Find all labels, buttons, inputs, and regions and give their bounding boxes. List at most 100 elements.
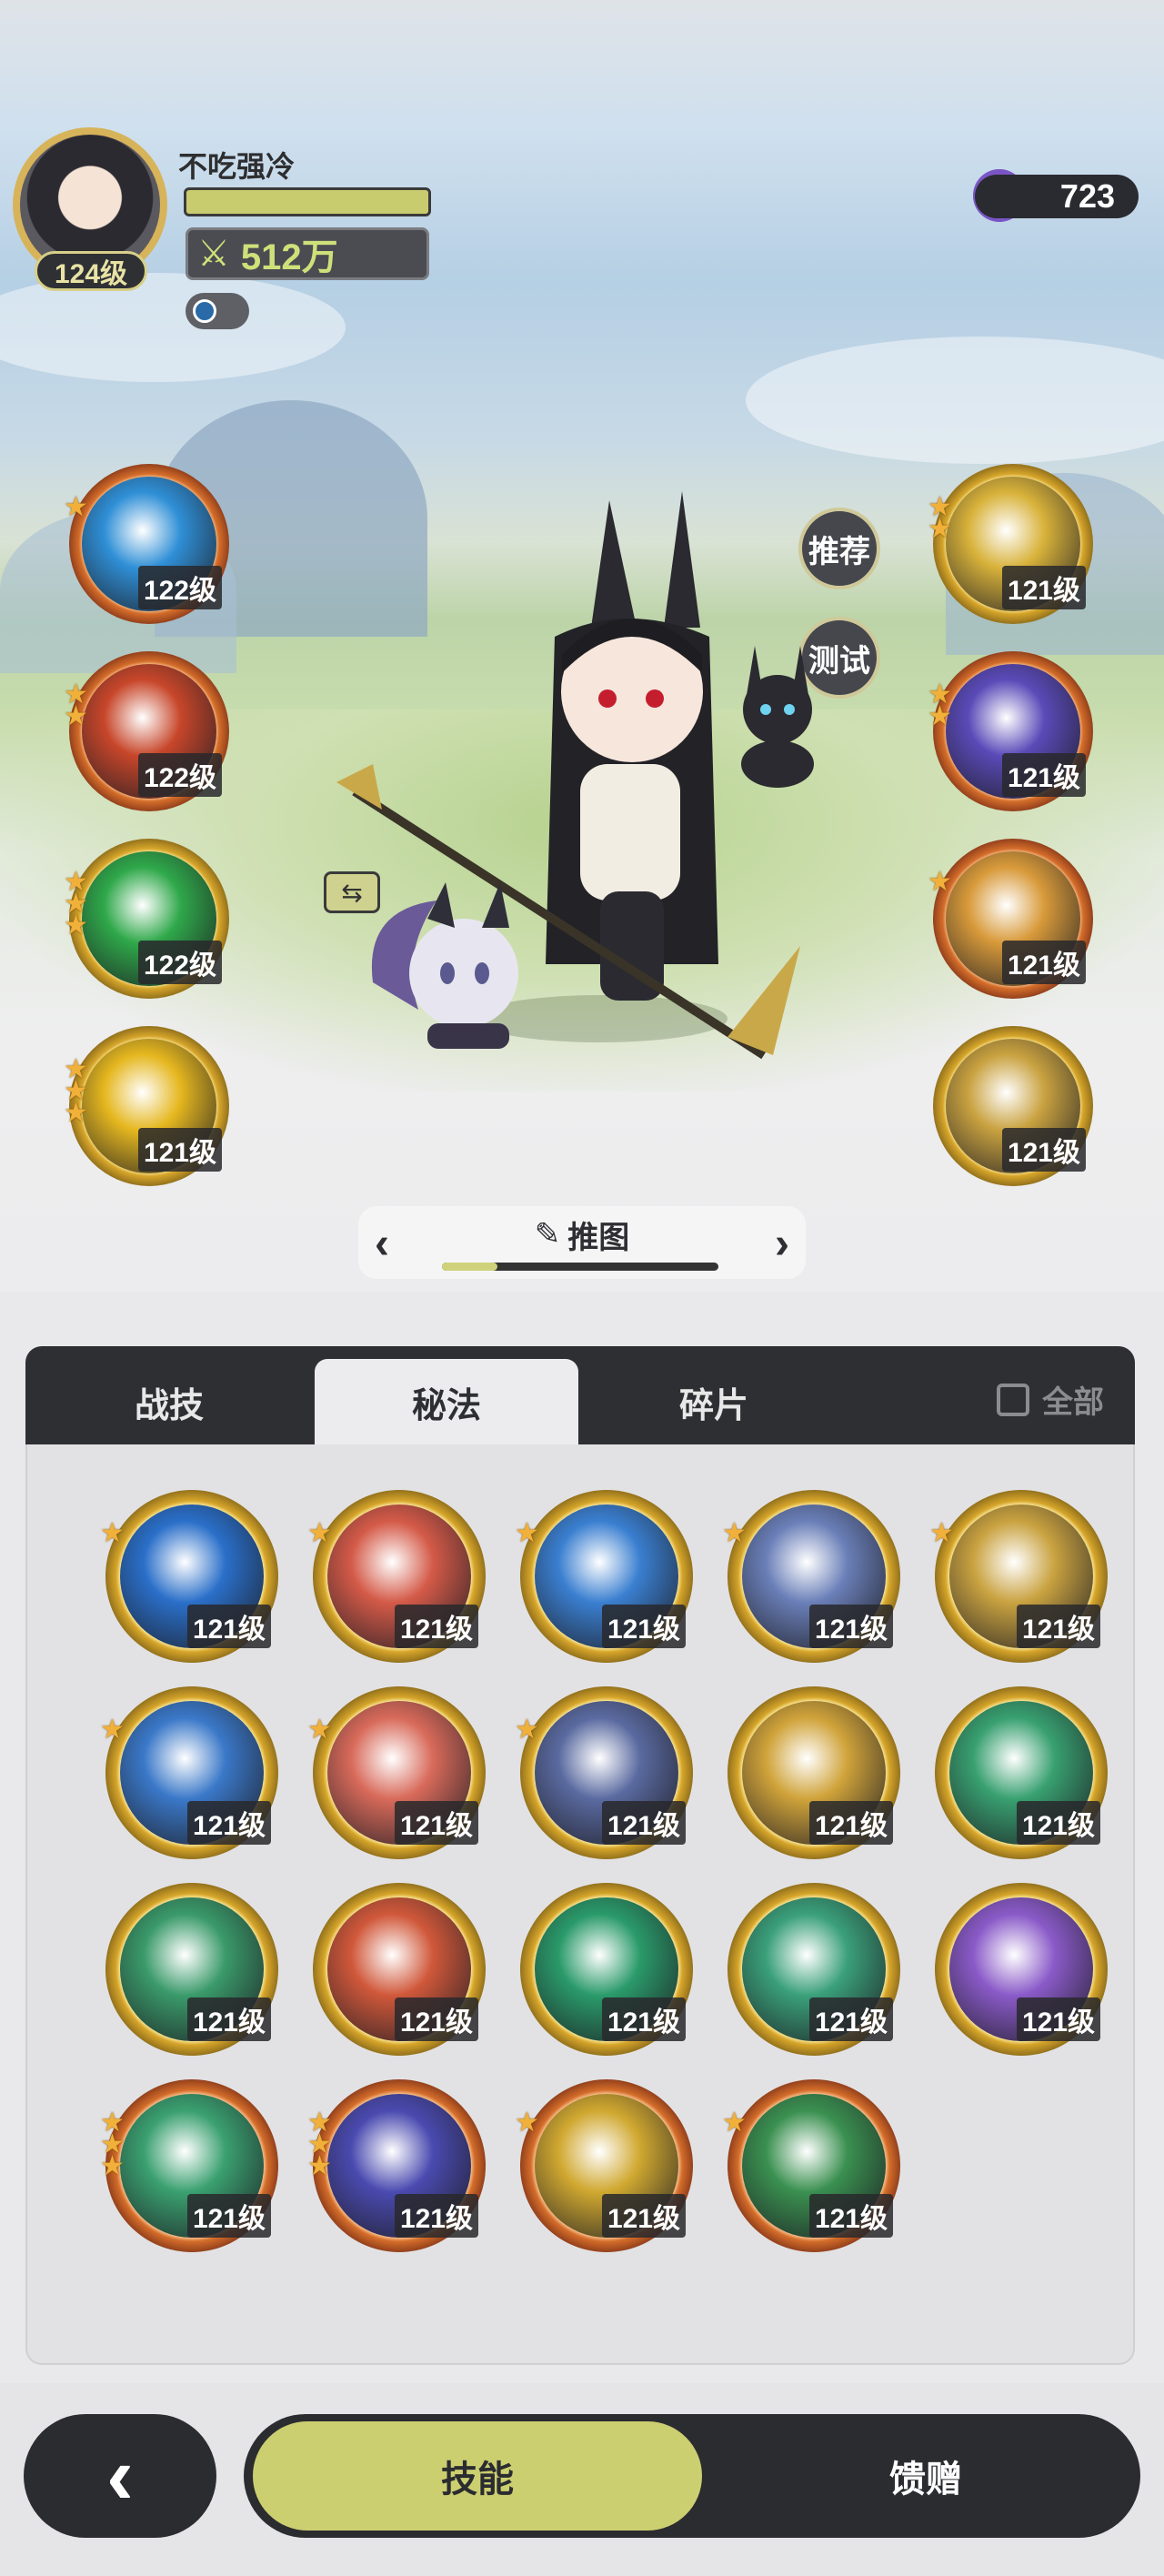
tab-fragments[interactable]: 碎片: [582, 1359, 846, 1444]
grid-cell: 121级: [702, 1677, 909, 1874]
star-rank: ★: [929, 1520, 954, 1547]
skill-icon[interactable]: ★ ★ 121级: [928, 651, 1093, 811]
show-all-label: 全部: [1042, 1385, 1104, 1420]
fist-icon: [193, 299, 216, 323]
stage-title[interactable]: ✎ 推图: [535, 1213, 630, 1257]
skill-level-label: 121级: [394, 2194, 478, 2238]
skill-icon[interactable]: ★ ★ ★ 121级: [307, 2079, 486, 2252]
star-icon: ★: [64, 492, 88, 522]
stage-progress-fill: [442, 1263, 497, 1271]
skill-icon[interactable]: 121级: [935, 1883, 1108, 2056]
star-icon: ★: [515, 2108, 539, 2138]
checkbox-icon[interactable]: [997, 1383, 1029, 1416]
grid-cell: ★ 121级: [495, 1481, 702, 1677]
stage-title-text: 推图: [567, 1220, 630, 1255]
skill-icon[interactable]: 121级: [313, 1883, 486, 2056]
tab-skills[interactable]: 技能: [253, 2421, 702, 2531]
grid-cell: ★ 121级: [495, 1677, 702, 1874]
skill-icon[interactable]: ★ ★ ★ 121级: [100, 2079, 278, 2252]
grid-cell: ★ 121级: [702, 1481, 909, 1677]
next-arrow-icon[interactable]: ›: [775, 1219, 789, 1269]
skill-icon[interactable]: ★ 121级: [307, 1686, 486, 1859]
skill-level-label: 121级: [601, 1801, 686, 1845]
grid-cell: ★ 121级: [495, 2070, 702, 2267]
skill-icon[interactable]: 121级: [935, 1686, 1108, 1859]
grid-cell: ★ 121级: [702, 2070, 909, 2267]
skill-icon[interactable]: ★ 121级: [722, 1490, 900, 1663]
skill-icon[interactable]: 121级: [728, 1883, 900, 2056]
star-rank: ★ ★: [928, 681, 952, 730]
skill-level-label: 122级: [137, 941, 222, 984]
star-rank: ★: [515, 1716, 539, 1744]
back-button[interactable]: ‹: [24, 2414, 216, 2538]
pencil-icon: ✎: [534, 1217, 561, 1252]
skill-level-label: 121级: [808, 1605, 893, 1648]
skill-icon[interactable]: ★ ★ 122级: [64, 651, 229, 811]
star-rank: ★: [64, 492, 88, 522]
star-icon: ★: [928, 867, 952, 897]
grid-cell: 121级: [702, 1874, 909, 2070]
skill-icon[interactable]: ★ 121级: [307, 1490, 486, 1663]
skill-icon[interactable]: 121级: [933, 1026, 1093, 1186]
buff-chip[interactable]: [186, 293, 249, 329]
skill-icon[interactable]: ★ ★ ★ 122级: [64, 839, 229, 999]
player-exp-bar: [184, 187, 431, 216]
star-icon: ★: [64, 701, 88, 731]
grid-cell: 121级: [80, 1874, 287, 2070]
skill-icon[interactable]: ★ ★ ★ 121级: [64, 1026, 229, 1186]
tab-combat-skills[interactable]: 战技: [25, 1359, 313, 1444]
skill-icon[interactable]: 121级: [520, 1883, 693, 2056]
prev-arrow-icon[interactable]: ‹: [375, 1219, 389, 1269]
skill-level-label: 121级: [1001, 941, 1086, 984]
bottom-tab-bar: 技能 馈赠: [244, 2414, 1140, 2538]
skill-icon[interactable]: ★ ★ 121级: [928, 464, 1093, 624]
star-rank: ★ ★ ★: [64, 869, 88, 941]
skill-icon[interactable]: ★ 121级: [722, 2079, 900, 2252]
skill-icon[interactable]: 121级: [105, 1883, 278, 2056]
swap-pet-button[interactable]: ⇆: [324, 871, 380, 913]
combat-power: ⚔ 512万: [186, 227, 429, 280]
currency-amount[interactable]: 723: [975, 175, 1139, 218]
star-rank: ★: [515, 2108, 539, 2138]
skill-level-label: 121级: [186, 1801, 271, 1845]
star-icon: ★: [307, 2151, 332, 2181]
player-level-badge: 124级: [35, 251, 147, 291]
skill-level-label: 121级: [394, 1605, 478, 1648]
star-rank: ★: [515, 1520, 539, 1547]
skill-level-label: 121级: [1001, 1128, 1086, 1172]
skill-panel: 战技 秘法 碎片 全部 ★ 121级 ★ 121级 ★ 121级 ★ 121级 ★ 121级 ★ 12…: [25, 1346, 1135, 2365]
star-icon: ★: [64, 911, 88, 941]
tab-secret-arts[interactable]: 秘法: [315, 1359, 578, 1444]
grid-cell: 121级: [287, 1874, 495, 2070]
star-icon: ★: [307, 1518, 332, 1548]
skill-level-label: 121级: [186, 1997, 271, 2041]
skill-icon[interactable]: ★ 122级: [64, 464, 229, 624]
tab-gifts[interactable]: 馈赠: [717, 2421, 1135, 2531]
star-icon: ★: [722, 2108, 747, 2138]
star-icon: ★: [100, 2151, 125, 2181]
skill-icon[interactable]: ★ 121级: [515, 1490, 693, 1663]
star-icon: ★: [64, 1098, 88, 1128]
grid-cell: ★ ★ ★ 121级: [80, 2070, 287, 2267]
show-all-toggle[interactable]: 全部: [997, 1377, 1104, 1422]
skill-icon[interactable]: ★ 121级: [929, 1490, 1108, 1663]
skill-icon[interactable]: 121级: [728, 1686, 900, 1859]
back-arrow-icon: ‹: [106, 2430, 134, 2521]
crossed-swords-icon: ⚔: [197, 234, 230, 274]
skill-level-label: 121级: [1016, 1605, 1100, 1648]
star-rank: ★: [722, 2108, 747, 2138]
skill-icon[interactable]: ★ 121级: [100, 1490, 278, 1663]
skill-icon[interactable]: ★ 121级: [515, 1686, 693, 1859]
pet-jackal: [741, 646, 814, 788]
star-rank: ★: [307, 1716, 332, 1744]
cloud: [746, 337, 1164, 464]
skill-icon[interactable]: ★ 121级: [515, 2079, 693, 2252]
grid-cell: ★ 121级: [80, 1677, 287, 1874]
skill-level-label: 121级: [186, 1605, 271, 1648]
star-rank: ★ ★ ★: [100, 2109, 125, 2181]
stage-progress-bar: [442, 1263, 718, 1271]
grid-cell: ★ 121级: [287, 1481, 495, 1677]
skill-icon[interactable]: ★ 121级: [928, 839, 1093, 999]
star-rank: ★ ★ ★: [307, 2109, 332, 2181]
skill-icon[interactable]: ★ 121级: [100, 1686, 278, 1859]
